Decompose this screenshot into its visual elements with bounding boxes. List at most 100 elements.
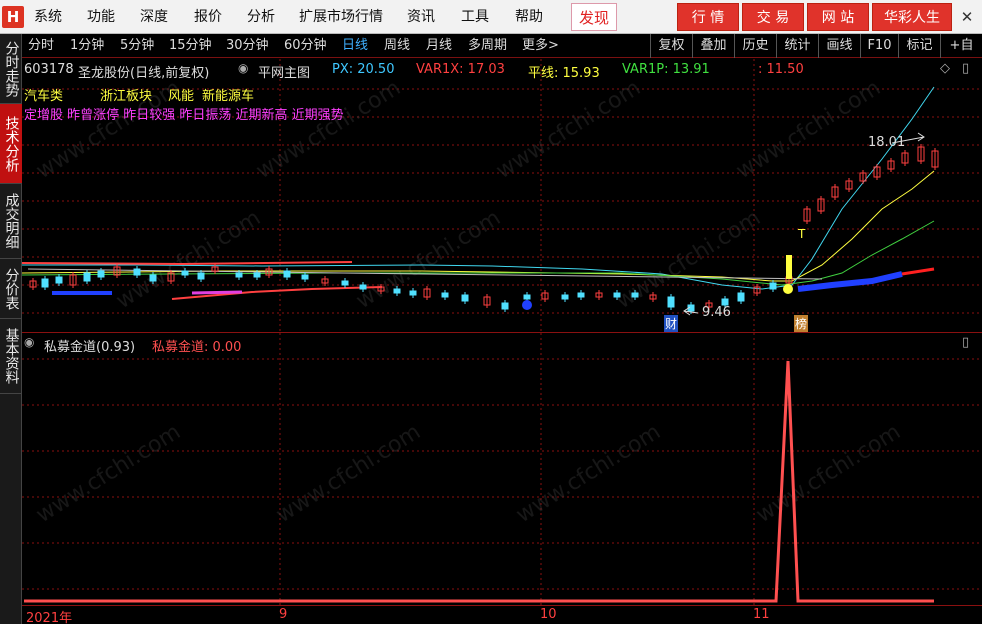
menu-tools[interactable]: 工具 [461,0,489,34]
statistics-button[interactable]: 统计 [776,34,818,58]
period-15min[interactable]: 15分钟 [169,34,212,58]
period-30min[interactable]: 30分钟 [226,34,269,58]
candle-body-4 [83,272,91,282]
finance-badge[interactable]: 财 [664,315,679,332]
t-marker: T [798,227,806,241]
tab-price-table[interactable]: 分价表 [0,259,22,319]
menu-news[interactable]: 资讯 [407,0,435,34]
candle-body-8 [149,274,157,282]
candle-body-29 [523,294,531,300]
readout-px: PX: 20.50 [332,62,395,77]
candle-body-1 [41,278,49,288]
period-multi[interactable]: 多周期 [468,34,507,58]
sub-watermark-0: www.cfchi.com [32,419,185,528]
candle-body-41 [737,292,745,302]
readout-var1p: VAR1P: 13.91 [622,62,710,77]
candle-body-2 [55,276,63,284]
axis-label-oct: 10 [540,607,557,622]
candle-body-13 [235,272,243,278]
indicator-collapse-icon[interactable]: ◉ [238,61,248,75]
tab-trade-detail[interactable]: 成交明细 [0,184,22,259]
watermark-2: www.cfchi.com [492,75,645,184]
kline-chart: www.cfchi.com www.cfchi.com www.cfchi.com w… [22,59,982,331]
website-button[interactable]: 网 站 [807,3,869,31]
f10-button[interactable]: F10 [860,34,898,58]
watermark-5: www.cfchi.com [352,205,505,314]
watermark-1: www.cfchi.com [252,75,405,184]
stock-code: 603178 [24,62,74,77]
tag-auto: 汽车类 [24,89,64,104]
candle-body-17 [301,274,309,280]
diamond-icon[interactable]: ◇ [940,61,950,76]
sub-indicator-value: 私募金道: 0.00 [152,340,242,355]
limit-up-candle [786,255,792,279]
menu-system[interactable]: 系统 [34,0,62,34]
candle-body-16 [283,270,291,278]
close-icon[interactable]: ✕ [956,6,978,28]
menu-extended-market[interactable]: 扩展市场行情 [299,0,383,34]
period-daily[interactable]: 日线 [342,34,368,58]
add-self-button[interactable]: +自 [940,34,982,58]
tab-technical-analysis[interactable]: 技术分析 [0,104,22,184]
period-weekly[interactable]: 周线 [384,34,410,58]
candle-body-11 [197,272,205,280]
period-toolbar: 分时 1分钟 5分钟 15分钟 30分钟 60分钟 日线 周线 月线 多周期 更… [22,34,982,58]
period-monthly[interactable]: 月线 [426,34,452,58]
menu-analysis[interactable]: 分析 [247,0,275,34]
overlay-button[interactable]: 叠加 [692,34,734,58]
candle-body-5 [97,270,105,278]
menu-bar: H 系统 功能 深度 报价 分析 扩展市场行情 资讯 工具 帮助 发现 行 情 … [0,0,982,34]
sub-panel-toggle-icon[interactable]: ▯ [962,335,969,350]
main-indicator-name[interactable]: 平网主图 [258,62,310,81]
history-button[interactable]: 历史 [734,34,776,58]
menu-function[interactable]: 功能 [87,0,115,34]
candle-body-22 [393,288,401,294]
candle-body-10 [181,270,189,276]
tab-intraday[interactable]: 分时走势 [0,34,22,104]
readout-pingxian: 平线: 15.93 [528,66,600,81]
high-price-label: 18.01 [868,135,906,150]
low-price-label: 9.46 [702,305,731,320]
candle-body-32 [577,292,585,298]
quote-button[interactable]: 行 情 [677,3,739,31]
indicator-panel[interactable]: www.cfchi.com www.cfchi.com www.cfchi.com w… [22,332,982,606]
sub-indicator-name[interactable]: 私募金道(0.93) [44,336,135,355]
trade-button[interactable]: 交 易 [742,3,804,31]
tag-new-energy: 新能源车 [202,89,255,104]
huacai-life-button[interactable]: 华彩人生 [872,3,952,31]
sub-watermark-1: www.cfchi.com [272,419,425,528]
axis-label-sep: 9 [279,607,288,622]
period-60min[interactable]: 60分钟 [284,34,327,58]
restore-rights-button[interactable]: 复权 [650,34,692,58]
menu-quote[interactable]: 报价 [194,0,222,34]
candle-body-31 [561,294,569,300]
signal-dot [783,284,793,294]
period-more[interactable]: 更多> [522,34,559,58]
app-window: { "menu": { "logo": "H", "items": ["系统",… [0,0,982,624]
watermark-3: www.cfchi.com [732,75,885,184]
tab-basic-info[interactable]: 基本资料 [0,319,22,394]
candle-body-35 [631,292,639,298]
menu-depth[interactable]: 深度 [140,0,168,34]
indicator-chart: www.cfchi.com www.cfchi.com www.cfchi.com w… [22,333,982,606]
candle-body-34 [613,292,621,298]
discover-button[interactable]: 发现 [571,3,617,31]
candle-body-14 [253,272,261,278]
draw-line-button[interactable]: 画线 [818,34,860,58]
menu-help[interactable]: 帮助 [515,0,543,34]
blue-band [797,271,903,292]
candle-body-26 [461,294,469,302]
low-dot [522,300,532,310]
mark-button[interactable]: 标记 [898,34,940,58]
period-timeshare[interactable]: 分时 [28,34,54,58]
sub-collapse-icon[interactable]: ◉ [24,335,34,349]
var1x-line-right [901,267,935,276]
ranking-badge[interactable]: 榜 [794,315,809,332]
candle-body-25 [441,292,449,298]
kline-panel[interactable]: www.cfchi.com www.cfchi.com www.cfchi.com w… [22,59,982,332]
candle-body-20 [359,284,367,290]
panel-toggle-icon[interactable]: ▯ [962,61,969,76]
candle-body-28 [501,302,509,310]
period-5min[interactable]: 5分钟 [120,34,154,58]
period-1min[interactable]: 1分钟 [70,34,104,58]
